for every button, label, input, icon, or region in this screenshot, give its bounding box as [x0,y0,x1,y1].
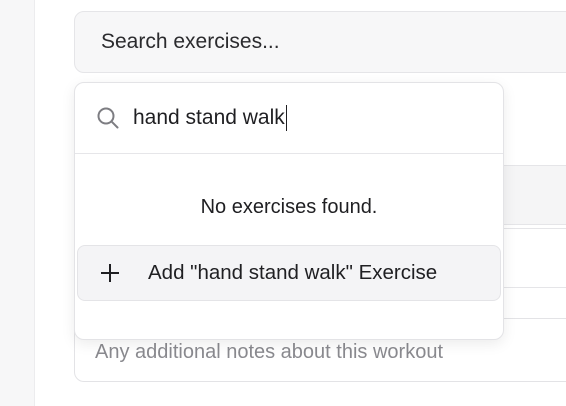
exercise-search-query[interactable]: hand stand walk [133,105,288,131]
add-custom-exercise-button[interactable]: Add "hand stand walk" Exercise [77,245,501,301]
text-cursor [285,105,288,131]
empty-results-message: No exercises found. [200,196,378,218]
workout-form-page: Search exercises... Any additional notes… [0,0,566,406]
add-exercise-label: Add "hand stand walk" Exercise [148,261,438,284]
query-text: hand stand walk [133,106,285,129]
plus-icon [98,261,122,285]
search-icon [95,105,121,131]
exercise-search-placeholder: Search exercises... [101,30,280,53]
exercise-search-dropdown: hand stand walk No exercises found. Add … [74,82,504,340]
exercise-search-trigger[interactable]: Search exercises... [74,11,566,73]
exercise-search-field[interactable]: hand stand walk [75,83,503,154]
notes-placeholder: Any additional notes about this workout [95,341,443,363]
left-sidebar [0,0,35,406]
